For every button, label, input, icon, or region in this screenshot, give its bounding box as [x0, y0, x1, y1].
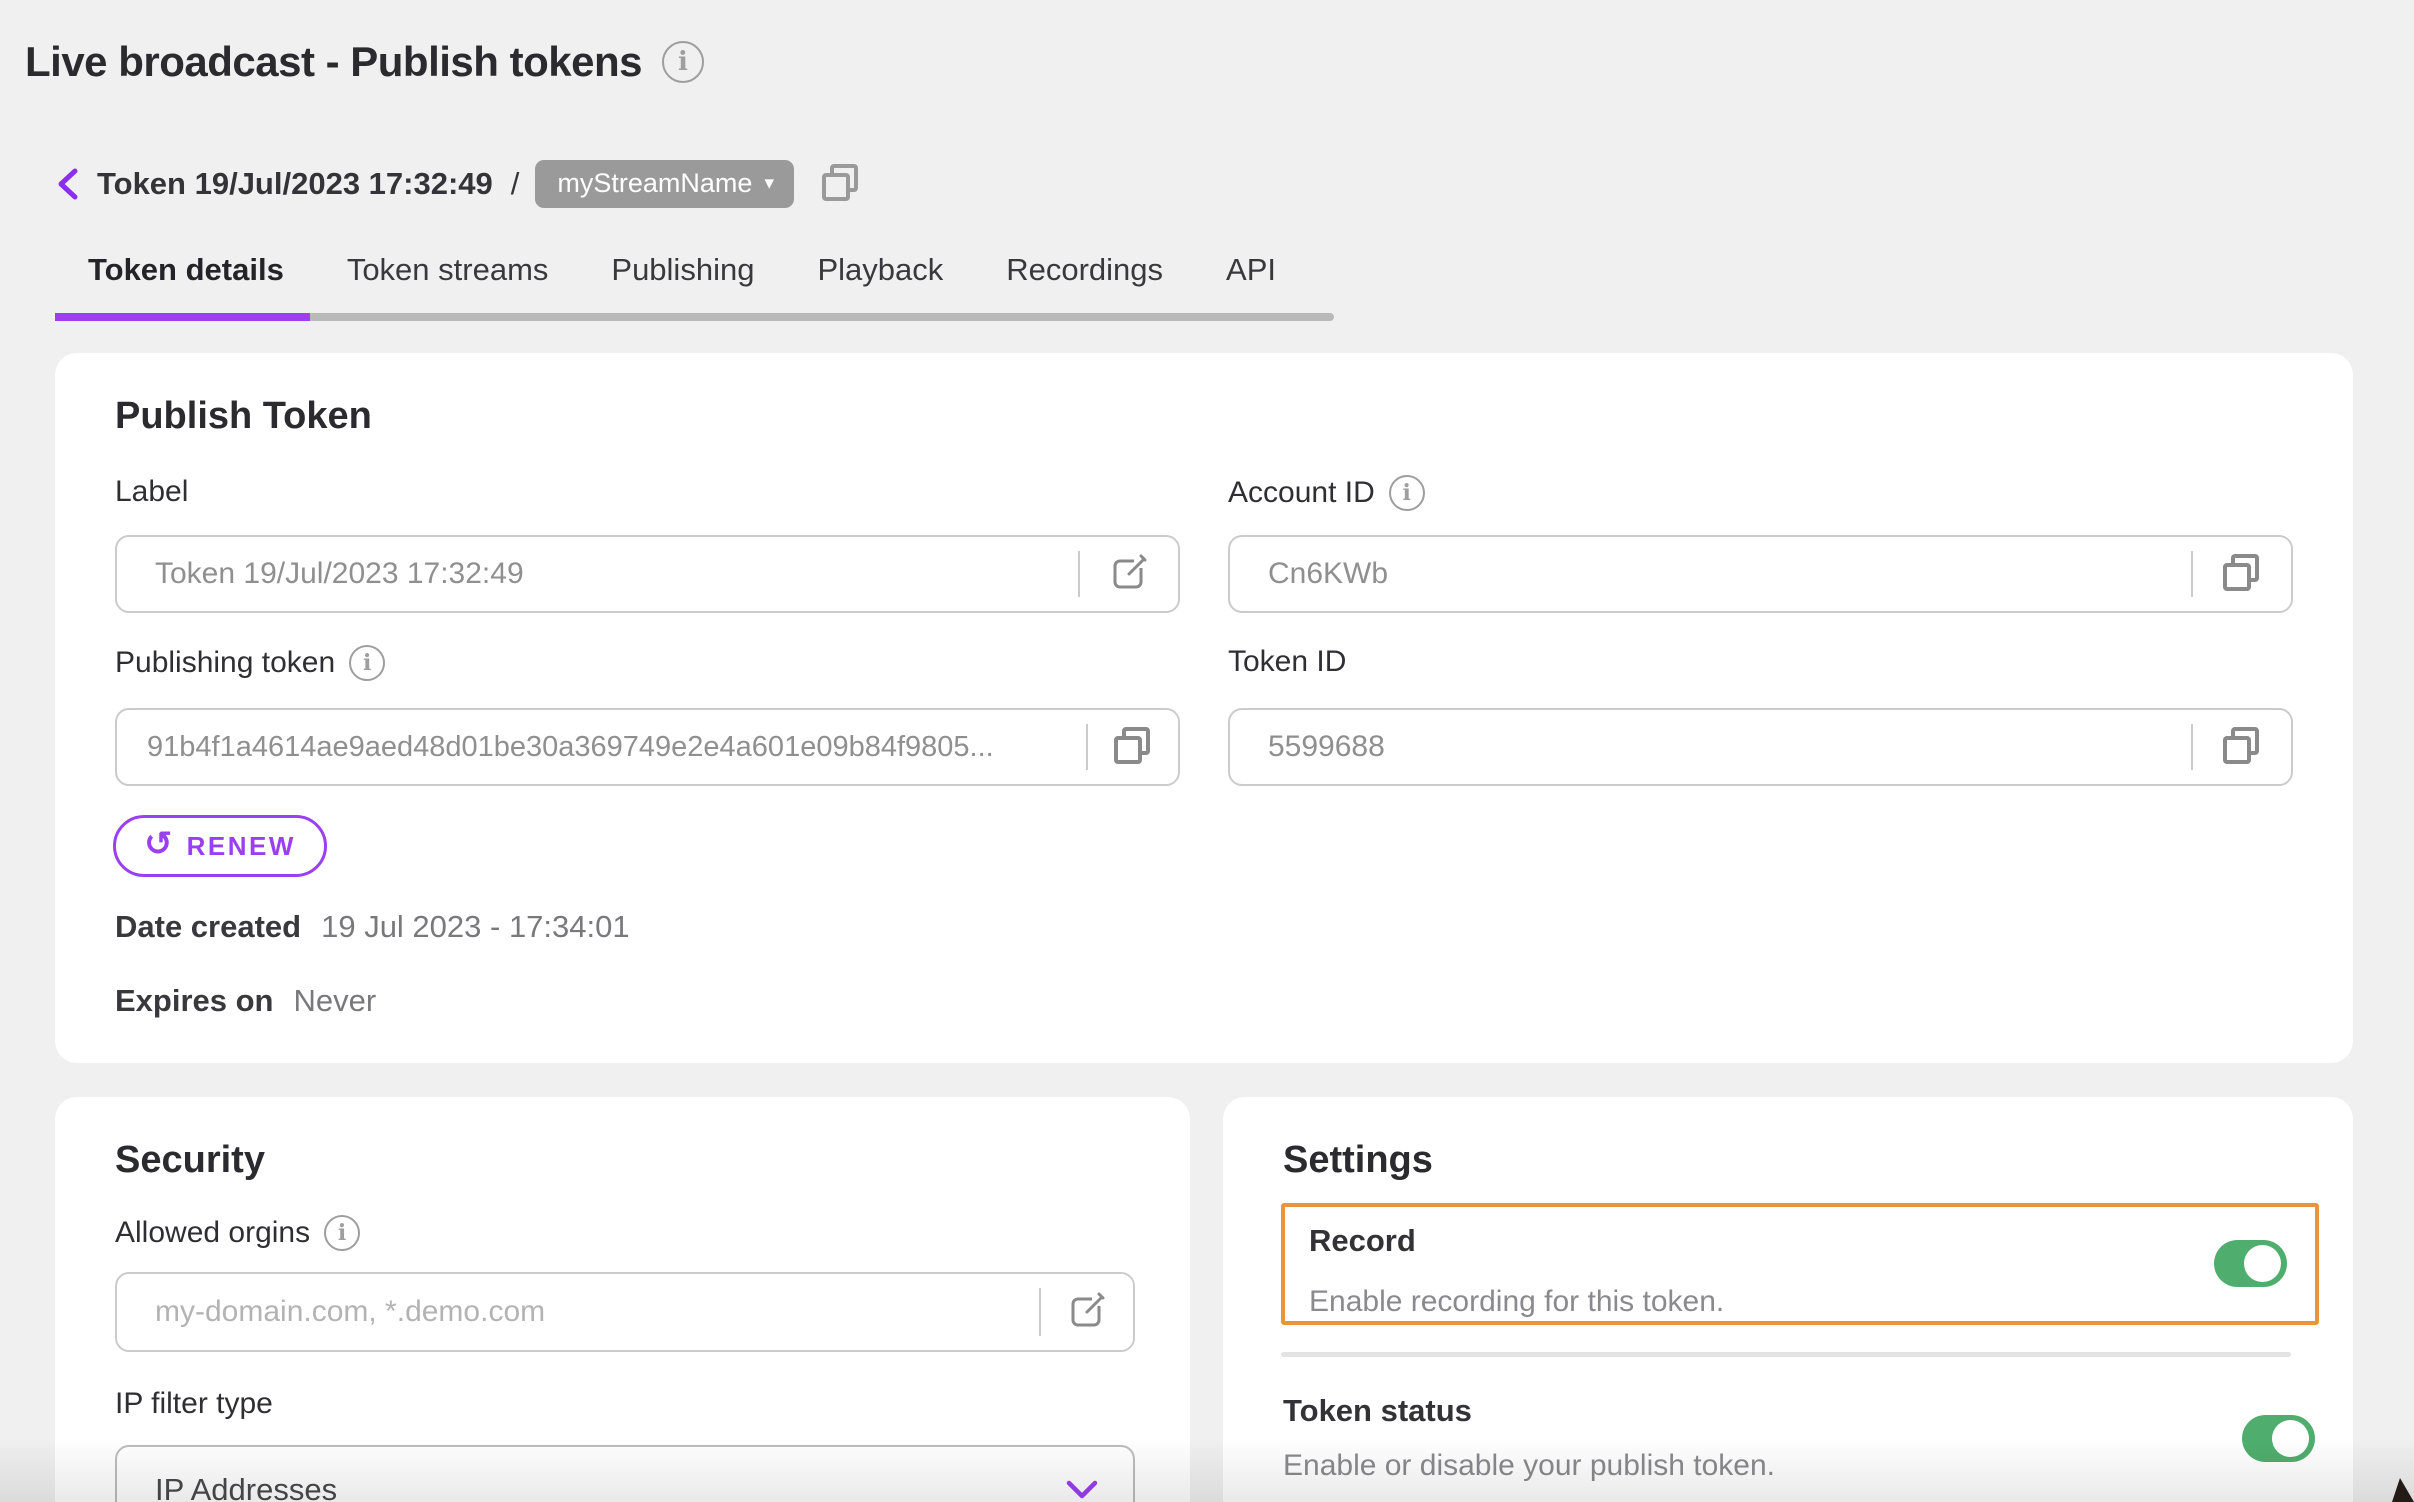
breadcrumb-token-label: Token 19/Jul/2023 17:32:49: [97, 166, 493, 202]
publishing-token-info-icon[interactable]: i: [349, 645, 385, 681]
caret-down-icon: ▾: [764, 174, 774, 193]
expires-on-value: Never: [294, 983, 377, 1019]
edit-label-button[interactable]: [1080, 537, 1178, 611]
chevron-down-icon: [1065, 1479, 1099, 1501]
tab-token-streams[interactable]: Token streams: [347, 252, 549, 288]
mouse-cursor: [2388, 1476, 2414, 1502]
renew-icon: ↺: [144, 827, 173, 861]
ip-filter-type-label: IP filter type: [115, 1387, 273, 1421]
page-info-icon[interactable]: i: [662, 41, 704, 83]
record-description: Enable recording for this token.: [1309, 1285, 2315, 1319]
tab-track: [310, 313, 1334, 321]
page-header: Live broadcast - Publish tokens i: [25, 38, 704, 86]
copy-publishing-token-button[interactable]: [1088, 710, 1178, 784]
token-id-label: Token ID: [1228, 645, 1346, 679]
account-id-info-icon[interactable]: i: [1389, 475, 1425, 511]
token-status-description: Enable or disable your publish token.: [1283, 1449, 1775, 1483]
account-id-value[interactable]: [1230, 537, 2191, 611]
tab-publishing[interactable]: Publishing: [611, 252, 754, 288]
record-setting-highlight: Record Enable recording for this token.: [1281, 1203, 2319, 1325]
record-toggle-knob: [2244, 1245, 2281, 1282]
date-created-value: 19 Jul 2023 - 17:34:01: [321, 909, 630, 945]
publishing-token-value[interactable]: [117, 710, 1086, 784]
settings-heading: Settings: [1283, 1139, 1433, 1182]
breadcrumb-separator: /: [511, 166, 520, 202]
record-toggle[interactable]: [2214, 1240, 2287, 1287]
copy-stream-name-button[interactable]: [818, 161, 864, 207]
renew-button[interactable]: ↺ RENEW: [113, 815, 327, 877]
expires-on-row: Expires on Never: [115, 983, 376, 1019]
record-label: Record: [1309, 1223, 2315, 1259]
label-input[interactable]: [117, 537, 1078, 611]
label-field: [115, 535, 1180, 613]
account-id-field: [1228, 535, 2293, 613]
ip-filter-type-value: IP Addresses: [155, 1472, 337, 1502]
publish-token-heading: Publish Token: [115, 395, 372, 438]
label-field-label: Label: [115, 475, 188, 509]
allowed-origins-info-icon[interactable]: i: [324, 1215, 360, 1251]
tab-recordings[interactable]: Recordings: [1006, 252, 1163, 288]
settings-card: Settings Record Enable recording for thi…: [1223, 1097, 2353, 1502]
token-status-label: Token status: [1283, 1393, 1472, 1429]
tab-api[interactable]: API: [1226, 252, 1276, 288]
publishing-token-label: Publishing token i: [115, 645, 385, 681]
token-id-field: [1228, 708, 2293, 786]
copy-token-id-button[interactable]: [2193, 710, 2291, 784]
stream-name-dropdown[interactable]: myStreamName ▾: [535, 160, 794, 208]
account-id-label: Account ID i: [1228, 475, 1425, 511]
expires-on-label: Expires on: [115, 983, 274, 1019]
back-chevron-icon[interactable]: [55, 167, 81, 201]
security-heading: Security: [115, 1139, 265, 1182]
copy-account-id-button[interactable]: [2193, 537, 2291, 611]
active-tab-indicator: [55, 313, 310, 321]
page-title: Live broadcast - Publish tokens: [25, 38, 642, 86]
tab-token-details[interactable]: Token details: [88, 252, 284, 288]
publish-token-card: Publish Token Label Account ID i: [55, 353, 2353, 1063]
ip-filter-type-select[interactable]: IP Addresses: [115, 1445, 1135, 1502]
breadcrumb: Token 19/Jul/2023 17:32:49 / myStreamNam…: [55, 160, 864, 208]
token-status-toggle[interactable]: [2242, 1415, 2315, 1462]
security-card: Security Allowed orgins i IP filter type…: [55, 1097, 1190, 1502]
settings-divider: [1281, 1352, 2291, 1357]
edit-allowed-origins-button[interactable]: [1041, 1274, 1133, 1350]
publishing-token-field: [115, 708, 1180, 786]
allowed-origins-field: [115, 1272, 1135, 1352]
stream-name-label: myStreamName: [557, 168, 752, 199]
allowed-origins-input[interactable]: [117, 1274, 1039, 1350]
date-created-label: Date created: [115, 909, 301, 945]
allowed-origins-label: Allowed orgins i: [115, 1215, 360, 1251]
token-status-toggle-knob: [2272, 1420, 2309, 1457]
tab-playback[interactable]: Playback: [817, 252, 943, 288]
token-id-value[interactable]: [1230, 710, 2191, 784]
date-created-row: Date created 19 Jul 2023 - 17:34:01: [115, 909, 630, 945]
tab-bar: Token details Token streams Publishing P…: [88, 252, 1276, 288]
